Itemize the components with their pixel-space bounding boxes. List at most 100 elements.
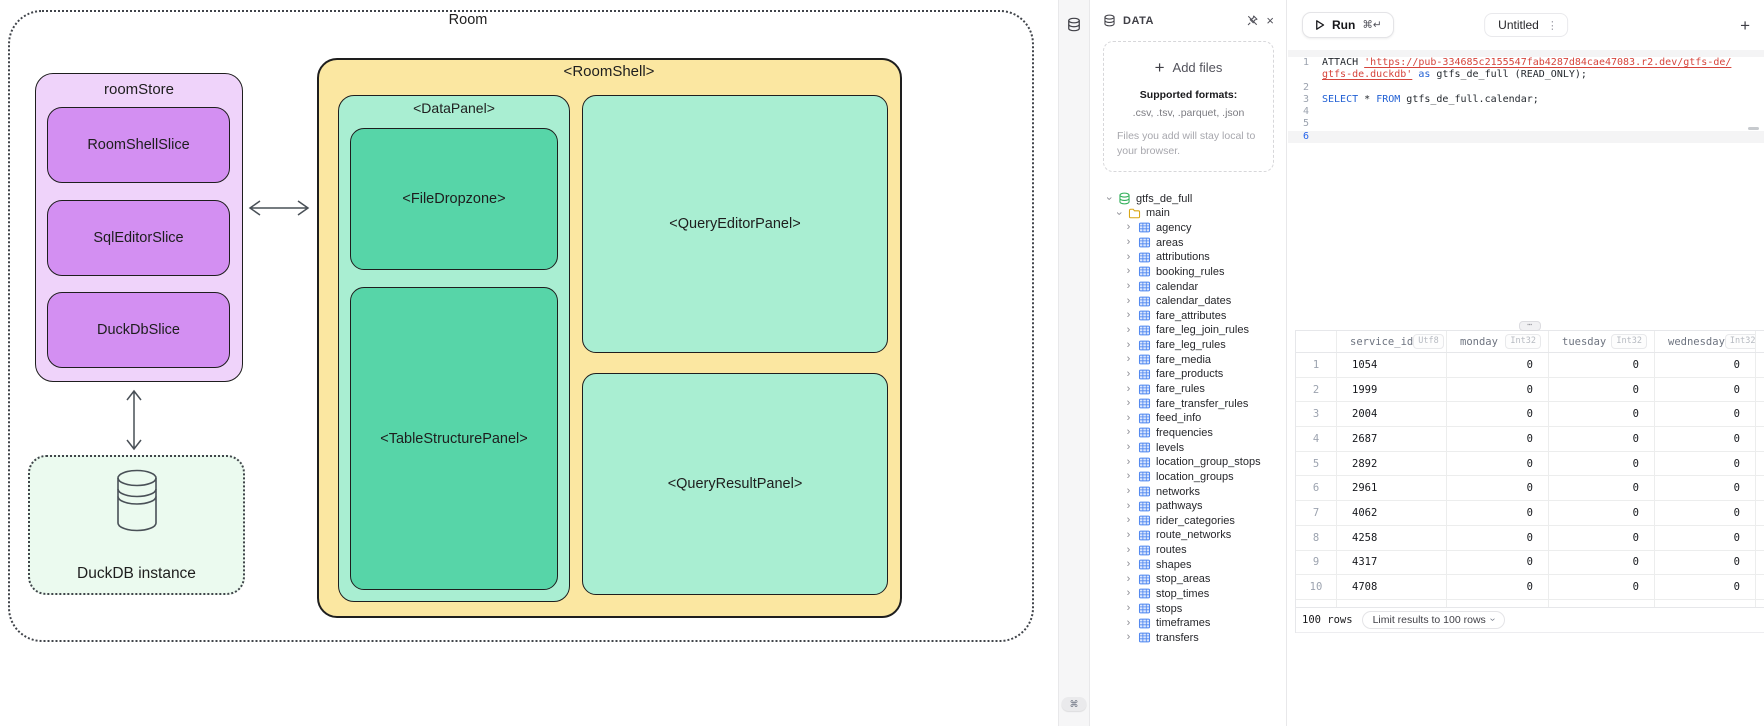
supported-formats-list: .csv, .tsv, .parquet, .json <box>1132 107 1245 119</box>
tree-item-areas[interactable]: › areas <box>1091 235 1286 250</box>
database-cylinder-icon <box>116 469 157 532</box>
chevron-right-icon[interactable]: › <box>1124 281 1133 292</box>
tree-item-location_groups[interactable]: › location_groups <box>1091 470 1286 485</box>
tree-item-attributions[interactable]: › attributions <box>1091 250 1286 265</box>
limit-results-dropdown[interactable]: Limit results to 100 rows › <box>1361 610 1506 629</box>
chevron-right-icon[interactable]: › <box>1124 354 1133 365</box>
table-name: pathways <box>1156 500 1203 513</box>
chevron-right-icon[interactable]: › <box>1124 559 1133 570</box>
keyboard-shortcuts-button[interactable]: ⌘ <box>1061 697 1087 711</box>
chevron-right-icon[interactable]: › <box>1124 617 1133 629</box>
result-cell <box>1755 402 1764 427</box>
result-cell: 2961 <box>1336 476 1446 501</box>
table-name: stops <box>1156 602 1183 615</box>
chevron-right-icon[interactable]: › <box>1124 544 1133 556</box>
chevron-right-icon[interactable]: › <box>1124 310 1133 321</box>
tree-item-fare_products[interactable]: › fare_products <box>1091 367 1286 382</box>
chevron-right-icon[interactable]: › <box>1124 500 1133 512</box>
tab-menu-icon[interactable]: ⋮ <box>1547 19 1558 32</box>
table-name: stop_areas <box>1156 573 1211 586</box>
chevron-right-icon[interactable]: › <box>1124 471 1133 482</box>
chevron-right-icon[interactable]: › <box>1124 588 1133 599</box>
chevron-down-icon[interactable]: › <box>1103 194 1115 203</box>
chevron-right-icon[interactable]: › <box>1124 486 1133 497</box>
result-cell <box>1755 550 1764 575</box>
tree-item-agency[interactable]: › agency <box>1091 221 1286 236</box>
tree-item-levels[interactable]: › levels <box>1091 440 1286 455</box>
table-icon <box>1138 324 1151 337</box>
tree-item-networks[interactable]: › networks <box>1091 484 1286 499</box>
chevron-right-icon[interactable]: › <box>1124 237 1133 248</box>
chevron-right-icon[interactable]: › <box>1124 427 1133 438</box>
result-cell <box>1755 575 1764 599</box>
tree-item-main[interactable]: › main <box>1091 206 1286 221</box>
run-button[interactable]: Run ⌘↵ <box>1302 12 1394 38</box>
chevron-right-icon[interactable]: › <box>1124 632 1133 643</box>
chevron-right-icon[interactable]: › <box>1124 383 1133 395</box>
chevron-right-icon[interactable]: › <box>1124 266 1133 277</box>
close-panel-button[interactable]: × <box>1266 14 1274 27</box>
tree-item-location_group_stops[interactable]: › location_group_stops <box>1091 455 1286 470</box>
tree-item-fare_attributes[interactable]: › fare_attributes <box>1091 309 1286 324</box>
tree-item-frequencies[interactable]: › frequencies <box>1091 426 1286 441</box>
table-name: shapes <box>1156 558 1192 571</box>
tree-item-timeframes[interactable]: › timeframes <box>1091 616 1286 631</box>
add-files-dropzone[interactable]: + Add files Supported formats: .csv, .ts… <box>1103 41 1274 173</box>
result-cell: 0 <box>1446 451 1548 476</box>
add-files-button[interactable]: + Add files <box>1116 59 1261 76</box>
tree-item-route_networks[interactable]: › route_networks <box>1091 528 1286 543</box>
tree-item-shapes[interactable]: › shapes <box>1091 557 1286 572</box>
table-icon <box>1138 368 1151 381</box>
tree-item-calendar[interactable]: › calendar <box>1091 279 1286 294</box>
table-name: booking_rules <box>1156 265 1225 278</box>
tab-untitled[interactable]: Untitled ⋮ <box>1484 13 1568 37</box>
tree-item-booking_rules[interactable]: › booking_rules <box>1091 265 1286 280</box>
chevron-right-icon[interactable]: › <box>1124 222 1133 233</box>
tree-item-transfers[interactable]: › transfers <box>1091 631 1286 646</box>
chevron-right-icon[interactable]: › <box>1124 573 1133 585</box>
chevron-right-icon[interactable]: › <box>1124 412 1133 424</box>
sql-code-editor[interactable]: 1 ATTACH 'https://pub-334685c2155547fab42… <box>1288 57 1764 144</box>
chevron-right-icon[interactable]: › <box>1124 251 1133 263</box>
editor-scrollbar[interactable] <box>1748 127 1759 130</box>
line-number: 3 <box>1302 93 1309 105</box>
tree-item-fare_transfer_rules[interactable]: › fare_transfer_rules <box>1091 396 1286 411</box>
tree-item-pathways[interactable]: › pathways <box>1091 499 1286 514</box>
chevron-right-icon[interactable]: › <box>1124 603 1133 614</box>
queryresultpanel-box: <QueryResultPanel> <box>582 373 888 595</box>
chevron-right-icon[interactable]: › <box>1124 368 1133 380</box>
tree-item-routes[interactable]: › routes <box>1091 543 1286 558</box>
chevron-right-icon[interactable]: › <box>1124 515 1133 526</box>
chevron-down-icon[interactable]: › <box>1113 209 1125 218</box>
tree-item-feed_info[interactable]: › feed_info <box>1091 411 1286 426</box>
result-cell: 4 <box>1312 432 1320 445</box>
chevron-right-icon[interactable]: › <box>1124 398 1133 409</box>
result-row: 1 1054 0 0 0 <box>1296 353 1764 378</box>
chevron-right-icon[interactable]: › <box>1124 339 1133 351</box>
tree-item-fare_leg_join_rules[interactable]: › fare_leg_join_rules <box>1091 323 1286 338</box>
resize-grip-handle[interactable]: ⋯ <box>1519 321 1541 331</box>
tree-item-calendar_dates[interactable]: › calendar_dates <box>1091 294 1286 309</box>
tree-item-stops[interactable]: › stops <box>1091 601 1286 616</box>
tree-item-rider_categories[interactable]: › rider_categories <box>1091 513 1286 528</box>
unpin-panel-button[interactable] <box>1246 14 1259 27</box>
chevron-right-icon[interactable]: › <box>1124 456 1133 468</box>
table-name: calendar <box>1156 280 1199 293</box>
table-name: levels <box>1156 441 1185 454</box>
roomshellslice-label: RoomShellSlice <box>87 137 190 153</box>
result-cell: 0 <box>1446 476 1548 501</box>
tree-item-fare_leg_rules[interactable]: › fare_leg_rules <box>1091 338 1286 353</box>
tree-item-stop_times[interactable]: › stop_times <box>1091 587 1286 602</box>
chevron-right-icon[interactable]: › <box>1124 442 1133 453</box>
result-cell: 0 <box>1654 427 1755 451</box>
chevron-right-icon[interactable]: › <box>1124 324 1133 336</box>
chevron-right-icon[interactable]: › <box>1124 529 1133 541</box>
tree-item-stop_areas[interactable]: › stop_areas <box>1091 572 1286 587</box>
new-tab-button[interactable]: + <box>1740 17 1750 34</box>
chevron-right-icon[interactable]: › <box>1124 295 1133 307</box>
tree-item-fare_rules[interactable]: › fare_rules <box>1091 382 1286 397</box>
table-icon <box>1138 383 1151 396</box>
tree-item-fare_media[interactable]: › fare_media <box>1091 352 1286 367</box>
tree-item-gtfs_de_full[interactable]: › gtfs_de_full <box>1091 191 1286 206</box>
data-sidebar-toggle-button[interactable] <box>1067 17 1082 37</box>
